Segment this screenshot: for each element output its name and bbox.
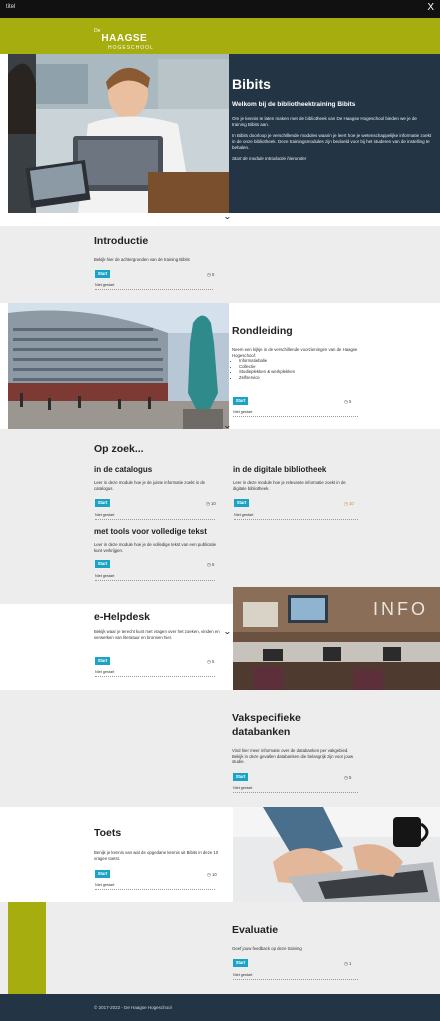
start-button[interactable]: Start xyxy=(95,270,110,278)
module-status: Niet gestart xyxy=(95,883,115,887)
module-status: Niet gestart xyxy=(234,513,254,517)
module-status: Niet gestart xyxy=(95,670,115,674)
duration: ◷ 10 xyxy=(207,872,217,878)
duration-minutes: 5 xyxy=(211,659,215,664)
start-button[interactable]: Start xyxy=(233,959,248,967)
section-introductie: Introductie Bekijk hier de achtergronden… xyxy=(0,226,440,303)
laptop-typing-photo xyxy=(233,807,440,902)
start-button[interactable]: Start xyxy=(95,560,110,568)
footer: © 2017-2022 - De Haagse Hogeschool xyxy=(0,994,440,1021)
brand-header: DeHAAGSE HOGESCHOOL xyxy=(0,18,440,54)
duration-minutes: 1 xyxy=(348,961,352,966)
hero-panel: Bibits Welkom bij de bibliotheektraining… xyxy=(229,54,440,213)
duration: ◷ 10 xyxy=(206,501,216,507)
duration-minutes: 5 xyxy=(211,562,215,567)
module-description: Bekijk hier de achtergronden van de trai… xyxy=(94,257,190,262)
module-status: Niet gestart xyxy=(95,283,115,287)
module-description: Neem een kijkje in de verschillende voor… xyxy=(232,347,360,381)
chevron-down-icon[interactable]: ⌄ xyxy=(223,212,232,221)
module-title: in de catalogus xyxy=(94,465,153,474)
duration-minutes: 5 xyxy=(348,399,352,404)
module-status: Niet gestart xyxy=(233,410,253,414)
list-item: Zelfservice xyxy=(239,375,360,381)
module-description: Leer in deze module hoe je de volledige … xyxy=(94,542,217,553)
duration-minutes: 5 xyxy=(348,775,352,780)
logo-sub: HOGESCHOOL xyxy=(108,45,154,51)
hero-cta-text: Start de module Introductie hieronder xyxy=(232,156,307,161)
module-description: Bekijk waar je terecht kunt met vragen o… xyxy=(94,629,220,640)
hero-students-photo xyxy=(8,54,229,213)
section-helpdesk: e-Helpdesk Bekijk waar je terecht kunt m… xyxy=(0,587,440,690)
divider xyxy=(95,580,215,581)
divider xyxy=(234,519,358,520)
divider xyxy=(233,979,358,980)
module-status: Niet gestart xyxy=(95,513,115,517)
module-description: Vind hier meer informatie over de databa… xyxy=(232,748,354,765)
page-title: Bibits xyxy=(232,76,271,92)
hero-subtitle: Welkom bij de bibliotheektraining Bibits xyxy=(232,101,356,108)
hero-body-text: In Bibits doorloop je verschillende modu… xyxy=(232,133,432,150)
module-title: Vakspecifieke databanken xyxy=(232,712,301,738)
module-status: Niet gestart xyxy=(95,574,115,578)
info-sign: INFO xyxy=(373,599,428,619)
duration: ◷ 5 xyxy=(207,272,214,278)
section-rondleiding: Rondleiding Neem een kijkje in de versch… xyxy=(0,303,440,429)
duration: ◷ 5 xyxy=(344,775,351,781)
duration: ◷ 5 xyxy=(207,562,214,568)
info-desk-photo: INFO xyxy=(233,587,440,690)
logo-prefix: De xyxy=(94,28,101,34)
module-description: Benijk je kennis van wat de opgedane ken… xyxy=(94,850,219,861)
start-button[interactable]: Start xyxy=(233,397,248,405)
duration: ◷ 5 xyxy=(344,399,351,405)
divider xyxy=(233,416,358,417)
start-button[interactable]: Start xyxy=(95,870,110,878)
hero-intro-text: Om je kennis te laten maken met de bibli… xyxy=(232,116,417,127)
duration-minutes: 10 xyxy=(211,872,217,877)
divider xyxy=(95,519,215,520)
start-button[interactable]: Start xyxy=(95,499,110,507)
module-title: Toets xyxy=(94,827,122,839)
start-button[interactable]: Start xyxy=(95,657,110,665)
module-description-text: Neem een kijkje in de verschillende voor… xyxy=(232,347,358,358)
section-op-zoek: Op zoek... in de catalogus Leer in deze … xyxy=(0,429,440,604)
copyright-text: © 2017-2022 - De Haagse Hogeschool xyxy=(94,1005,172,1010)
divider xyxy=(233,792,358,793)
duration: ◷ 1 xyxy=(344,961,351,967)
module-title: in de digitale bibliotheek xyxy=(233,465,327,474)
divider xyxy=(95,289,213,290)
module-status: Niet gestart xyxy=(233,786,253,790)
module-description: Geef jouw feedback op deze training xyxy=(232,946,302,951)
duration: ◷ 5 xyxy=(207,659,214,665)
module-title: e-Helpdesk xyxy=(94,611,151,623)
module-title: Rondleiding xyxy=(232,325,293,337)
duration-minutes: 5 xyxy=(211,272,215,277)
duration: ◷ 10 xyxy=(344,501,354,507)
module-title: Evaluatie xyxy=(232,924,279,936)
module-description: Leer in deze module hoe je de juiste inf… xyxy=(94,480,206,491)
decorative-green-bar xyxy=(8,902,46,994)
section-vakspecifiek: Vakspecifieke databanken Vind hier meer … xyxy=(0,690,440,807)
module-title: Introductie xyxy=(94,235,149,247)
start-button[interactable]: Start xyxy=(234,499,249,507)
window-titlebar: titel X xyxy=(0,0,440,18)
start-button[interactable]: Start xyxy=(233,773,248,781)
logo-name: HAAGSE xyxy=(101,33,148,44)
chevron-down-icon[interactable]: ⌄ xyxy=(223,627,232,636)
section-toets: Toets Benijk je kennis van wat de opgeda… xyxy=(0,807,440,902)
window-title: titel xyxy=(6,4,16,10)
duration-minutes: 10 xyxy=(210,501,216,506)
section-evaluatie: Evaluatie Geef jouw feedback op deze tra… xyxy=(0,902,440,994)
module-status: Niet gestart xyxy=(233,973,253,977)
campus-building-photo xyxy=(8,303,229,429)
section-heading: Op zoek... xyxy=(94,443,144,455)
divider xyxy=(95,676,215,677)
module-title: met tools voor volledige tekst xyxy=(94,527,207,536)
close-icon[interactable]: X xyxy=(427,2,434,13)
module-description: Leer in deze module hoe je relevante inf… xyxy=(233,480,346,491)
duration-minutes: 10 xyxy=(348,501,354,506)
tour-list: Informatiebalie Collectie Studieplekken … xyxy=(232,358,360,380)
divider xyxy=(95,889,215,890)
hhs-logo[interactable]: DeHAAGSE HOGESCHOOL xyxy=(94,28,154,51)
